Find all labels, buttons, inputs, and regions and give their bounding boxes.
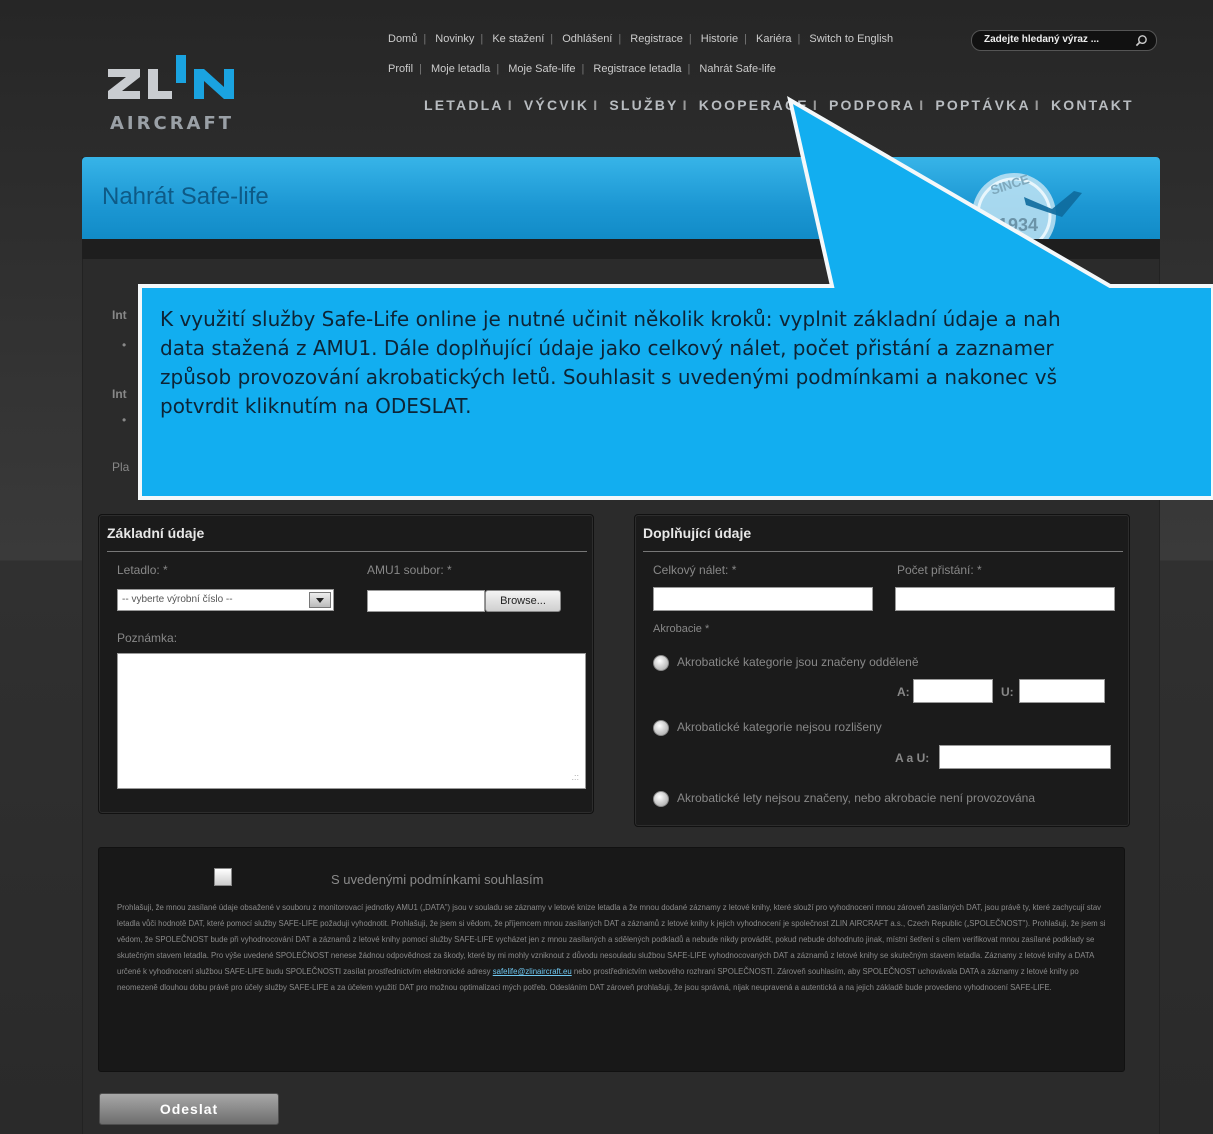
nav-link-home[interactable]: Domů — [388, 33, 417, 45]
main-nav-cooperation[interactable]: KOOPERACE — [699, 97, 809, 113]
amu-file-input[interactable] — [367, 590, 485, 612]
resize-grip-icon[interactable]: .:: — [571, 772, 579, 782]
note-textarea[interactable]: .:: — [117, 653, 586, 789]
nav-link-registration[interactable]: Registrace — [630, 33, 683, 45]
zlin-logo-mark — [108, 55, 234, 99]
au-input[interactable] — [939, 745, 1111, 769]
nav-link-register-aircraft[interactable]: Registrace letadla — [593, 63, 681, 75]
zlin-logo[interactable]: AIRCRAFT — [108, 45, 248, 135]
aerobatics-not-distinguished-label: Akrobatické kategorie nejsou rozlišeny — [677, 720, 882, 734]
intro-bullet-1: • — [122, 338, 127, 352]
u-label: U: — [1001, 685, 1014, 699]
callout-line-4: potvrdit kliknutím na ODESLAT. — [160, 394, 472, 418]
intro-bullet-2: • — [122, 413, 127, 427]
page-banner: Nahrát Safe-life SINCE 1934 — [82, 157, 1160, 239]
flight-time-input[interactable] — [653, 587, 873, 611]
main-nav-inquiry[interactable]: POPTÁVKA — [935, 97, 1030, 113]
aerobatics-none-radio[interactable] — [653, 791, 669, 807]
agreement-email-link[interactable]: safelife@zlinaircraft.eu — [493, 967, 572, 976]
aerobatics-none-label: Akrobatické lety nejsou značeny, nebo ak… — [677, 791, 1036, 805]
basic-info-title: Základní údaje — [107, 525, 205, 541]
au-label: A a U: — [895, 751, 930, 765]
intro-heading-3: Pla — [112, 460, 130, 474]
main-nav: LETADLA I VÝCVIK I SLUŽBY I KOOPERACE I PODP… — [424, 97, 1134, 113]
search-icon[interactable] — [1135, 34, 1148, 47]
intro-heading-2: Int — [112, 387, 127, 401]
landings-label: Počet přistání: * — [897, 563, 982, 577]
callout-line-1: K využití služby Safe-Life online je nut… — [160, 307, 1061, 331]
basic-info-box: Základní údaje Letadlo: * -- vyberte výr… — [98, 514, 594, 814]
agreement-box: S uvedenými podmínkami souhlasím Prohlaš… — [98, 847, 1125, 1072]
agreement-text: Prohlašuji, že mnou zasílané údaje obsaž… — [117, 900, 1112, 996]
agree-checkbox[interactable] — [214, 868, 232, 886]
aircraft-select[interactable]: -- vyberte výrobní číslo -- — [117, 589, 334, 611]
aircraft-select-value: -- vyberte výrobní číslo -- — [122, 594, 233, 605]
nav-link-english[interactable]: Switch to English — [809, 33, 893, 45]
main-nav-services[interactable]: SLUŽBY — [609, 97, 678, 113]
browse-button[interactable]: Browse... — [485, 590, 561, 612]
additional-info-box: Doplňující údaje Celkový nálet: * Počet … — [634, 514, 1130, 827]
flight-time-label: Celkový nálet: * — [653, 563, 737, 577]
additional-info-divider — [643, 551, 1123, 552]
nav-link-news[interactable]: Novinky — [435, 33, 474, 45]
intro-heading-1: Int — [112, 308, 127, 322]
search-placeholder: Zadejte hledaný výraz ... — [984, 34, 1100, 45]
search-input[interactable]: Zadejte hledaný výraz ... — [971, 30, 1157, 51]
aerobatics-separate-label: Akrobatické kategorie jsou značeny odděl… — [677, 655, 919, 669]
top-nav-secondary: Profil | Moje letadla | Moje Safe-life | Re… — [388, 63, 776, 75]
landings-input[interactable] — [895, 587, 1115, 611]
amu-file-label: AMU1 soubor: * — [367, 563, 452, 577]
aerobatics-separate-radio[interactable] — [653, 655, 669, 671]
since-badge-icon — [972, 173, 1082, 239]
callout-line-3: způsob provozování akrobatických letů. S… — [160, 365, 1058, 389]
main-nav-training[interactable]: VÝCVIK — [524, 97, 589, 113]
nav-link-history[interactable]: Historie — [701, 33, 738, 45]
main-nav-contact[interactable]: KONTAKT — [1051, 97, 1134, 113]
nav-link-profile[interactable]: Profil — [388, 63, 413, 75]
callout-text: K využití služby Safe-Life online je nut… — [160, 305, 1213, 421]
aircraft-label: Letadlo: * — [117, 563, 168, 577]
banner-sub-band — [82, 239, 1160, 259]
since-badge-year: 1934 — [998, 215, 1039, 235]
agreement-text-part1: Prohlašuji, že mnou zasílané údaje obsaž… — [117, 903, 1106, 976]
chevron-down-icon[interactable] — [309, 592, 331, 608]
a-label: A: — [897, 685, 910, 699]
aerobatics-label: Akrobacie * — [653, 623, 710, 635]
main-nav-support[interactable]: PODPORA — [829, 97, 915, 113]
page-title: Nahrát Safe-life — [102, 183, 269, 210]
since-badge: SINCE 1934 — [966, 157, 1116, 239]
nav-link-downloads[interactable]: Ke stažení — [492, 33, 544, 45]
nav-link-my-aircraft[interactable]: Moje letadla — [431, 63, 490, 75]
additional-info-title: Doplňující údaje — [643, 525, 752, 541]
callout-line-2: data stažená z AMU1. Dále doplňující úda… — [160, 336, 1054, 360]
top-nav-primary: Domů | Novinky | Ke stažení | Odhlášení | Re… — [388, 33, 894, 45]
a-input[interactable] — [913, 679, 993, 703]
u-input[interactable] — [1019, 679, 1105, 703]
note-label: Poznámka: — [117, 631, 178, 645]
nav-link-upload-safelife[interactable]: Nahrát Safe-life — [699, 63, 775, 75]
main-nav-aircraft[interactable]: LETADLA — [424, 97, 504, 113]
logo-subtitle: AIRCRAFT — [110, 113, 235, 134]
nav-link-logout[interactable]: Odhlášení — [562, 33, 612, 45]
agreement-title: S uvedenými podmínkami souhlasím — [331, 872, 544, 887]
aerobatics-not-distinguished-radio[interactable] — [653, 720, 669, 736]
nav-link-my-safelife[interactable]: Moje Safe-life — [508, 63, 575, 75]
submit-button[interactable]: Odeslat — [99, 1093, 279, 1125]
nav-link-career[interactable]: Kariéra — [756, 33, 791, 45]
basic-info-divider — [107, 551, 587, 552]
